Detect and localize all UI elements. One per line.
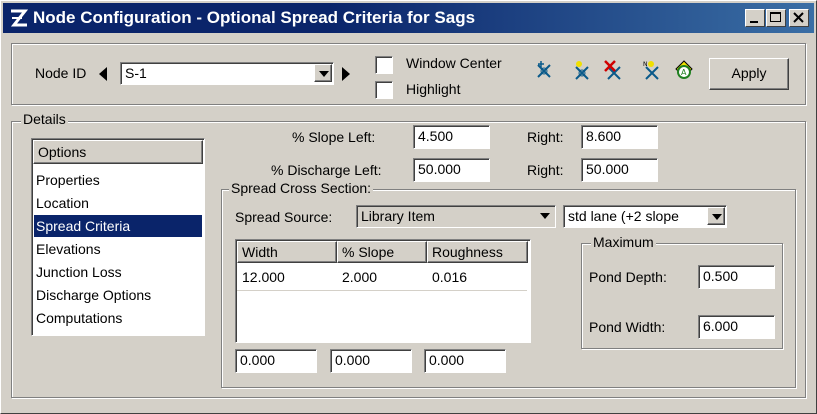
library-item-value: std lane (+2 slope xyxy=(568,208,679,224)
slope-right-label: Right: xyxy=(527,129,564,145)
options-header-label: Options xyxy=(38,144,87,160)
options-list[interactable]: Options Properties Location Spread Crite… xyxy=(31,138,205,336)
delete-node-icon[interactable] xyxy=(603,59,625,81)
add-node-icon[interactable] xyxy=(533,59,555,81)
slope-left-input[interactable]: 4.500 xyxy=(413,125,490,149)
table-row[interactable]: 12.000 2.000 0.016 xyxy=(237,264,527,291)
next-node-button[interactable] xyxy=(342,67,350,81)
window-center-checkbox[interactable] xyxy=(375,56,393,74)
window-title: Node Configuration - Optional Spread Cri… xyxy=(33,8,476,27)
column-header-roughness[interactable]: Roughness xyxy=(427,241,528,263)
node-id-value: S-1 xyxy=(125,65,147,81)
maximize-icon xyxy=(770,12,781,22)
svg-text:A: A xyxy=(681,68,687,77)
details-legend: Details xyxy=(21,111,68,127)
previous-node-button[interactable] xyxy=(99,67,107,81)
spread-source-value: Library Item xyxy=(361,208,435,224)
column-header-width[interactable]: Width xyxy=(237,241,337,263)
chevron-down-icon[interactable] xyxy=(707,207,725,225)
table-cell-slope[interactable]: 2.000 xyxy=(342,269,377,285)
option-elevations[interactable]: Elevations xyxy=(34,238,202,260)
table-cell-width[interactable]: 12.000 xyxy=(242,269,285,285)
option-location[interactable]: Location xyxy=(34,192,202,214)
slope-right-input[interactable]: 8.600 xyxy=(581,125,658,149)
minimize-button[interactable] xyxy=(745,9,765,27)
node-configuration-window: Node Configuration - Optional Spread Cri… xyxy=(0,0,817,414)
option-computations[interactable]: Computations xyxy=(34,307,202,329)
highlight-checkbox[interactable] xyxy=(375,81,393,99)
maximum-legend: Maximum xyxy=(591,234,656,250)
options-column-header[interactable]: Options xyxy=(33,140,203,164)
title-bar[interactable]: Node Configuration - Optional Spread Cri… xyxy=(3,3,814,33)
close-icon xyxy=(793,12,804,23)
node-annotate-icon[interactable]: A xyxy=(672,59,694,81)
library-item-dropdown[interactable]: std lane (+2 slope xyxy=(563,205,727,228)
chevron-down-icon[interactable] xyxy=(536,207,554,225)
discharge-left-label: % Discharge Left: xyxy=(271,162,382,178)
app-icon xyxy=(10,9,29,27)
column-header-slope[interactable]: % Slope xyxy=(337,241,427,263)
new-roughness-input[interactable]: 0.000 xyxy=(424,349,506,373)
column-header-slope-label: % Slope xyxy=(342,244,395,260)
node-id-label: Node ID xyxy=(35,65,87,81)
close-button[interactable] xyxy=(789,9,809,27)
minimize-icon xyxy=(750,21,758,23)
pond-width-label: Pond Width: xyxy=(589,319,666,335)
discharge-right-input[interactable]: 50.000 xyxy=(581,158,658,182)
new-node-icon[interactable] xyxy=(571,59,593,81)
option-discharge-options[interactable]: Discharge Options xyxy=(34,284,202,306)
discharge-left-input[interactable]: 50.000 xyxy=(413,158,490,182)
discharge-right-label: Right: xyxy=(527,162,564,178)
maximize-button[interactable] xyxy=(766,9,786,27)
new-width-input[interactable]: 0.000 xyxy=(235,349,317,373)
new-slope-input[interactable]: 0.000 xyxy=(330,349,412,373)
pond-width-input[interactable]: 6.000 xyxy=(698,315,775,339)
pond-depth-input[interactable]: 0.500 xyxy=(698,265,775,289)
spread-source-dropdown[interactable]: Library Item xyxy=(356,205,556,228)
table-cell-roughness[interactable]: 0.016 xyxy=(432,269,467,285)
chevron-down-icon[interactable] xyxy=(314,64,332,82)
option-properties[interactable]: Properties xyxy=(34,169,202,191)
apply-button-label: Apply xyxy=(731,65,767,81)
window-center-label: Window Center xyxy=(406,55,502,71)
option-junction-loss[interactable]: Junction Loss xyxy=(34,261,202,283)
slope-left-label: % Slope Left: xyxy=(292,129,376,145)
column-header-width-label: Width xyxy=(242,244,278,260)
spread-cross-section-legend: Spread Cross Section: xyxy=(229,180,374,196)
cross-section-table[interactable]: Width % Slope Roughness 12.000 2.000 0.0… xyxy=(235,239,531,343)
spread-source-label: Spread Source: xyxy=(235,209,333,225)
highlight-label: Highlight xyxy=(406,81,461,97)
node-name-icon[interactable]: N xyxy=(641,59,663,81)
pond-depth-label: Pond Depth: xyxy=(589,269,667,285)
node-id-dropdown[interactable]: S-1 xyxy=(120,62,334,85)
column-header-roughness-label: Roughness xyxy=(432,244,503,260)
option-spread-criteria[interactable]: Spread Criteria xyxy=(34,215,202,237)
apply-button[interactable]: Apply xyxy=(709,58,789,90)
